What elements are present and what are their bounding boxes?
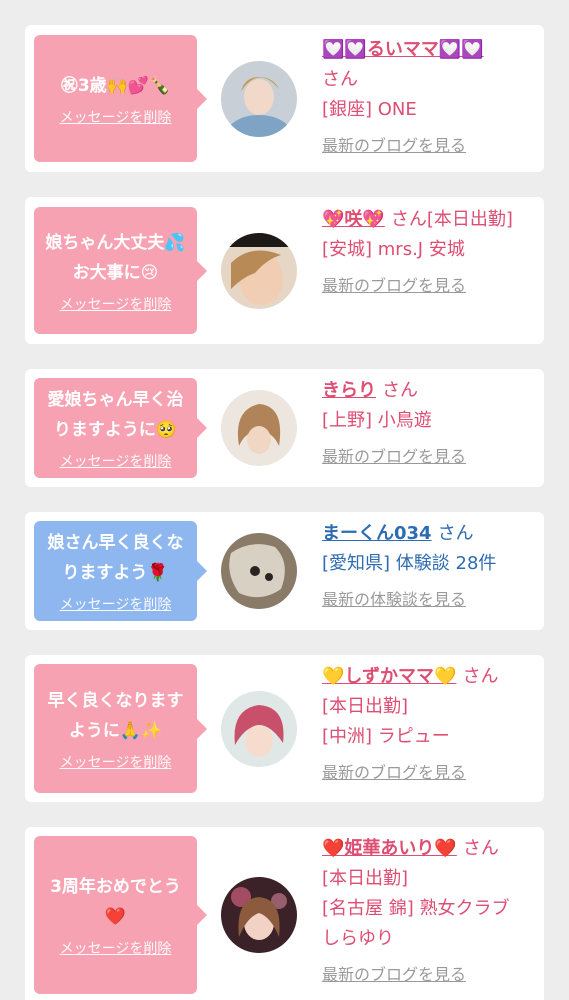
status-line: [本日出勤]	[322, 868, 409, 889]
shop-line-cont: しらゆり	[322, 928, 394, 949]
shop-line: [名古屋 錦] 熟女クラブ	[322, 898, 510, 919]
message-bubble: 早く良くなります ように🙏✨ メッセージを削除	[34, 664, 207, 793]
message-card: ㊗3歳🙌💕🍾 メッセージを削除 💟💟るいママ💟💟 さん [銀座] ONE 最新の…	[25, 25, 544, 172]
latest-review-link[interactable]: 最新の体験談を見る	[322, 585, 532, 615]
honorific: さん	[437, 523, 474, 544]
latest-blog-link[interactable]: 最新のブログを見る	[322, 442, 532, 472]
message-bubble: ㊗3歳🙌💕🍾 メッセージを削除	[34, 35, 207, 162]
message-card: 3周年おめでとう ❤️ メッセージを削除 ❤️姫華あいり❤️ さん [本日出勤] …	[25, 827, 544, 1000]
sender-name-link[interactable]: 💛しずかママ💛	[322, 666, 456, 687]
sender-info: きらり さん [上野] 小鳥遊 最新のブログを見る	[322, 376, 532, 472]
sender-info: 💛しずかママ💛 さん [本日出勤] [中洲] ラピュー 最新のブログを見る	[322, 662, 532, 788]
avatar[interactable]	[221, 233, 297, 309]
message-text: 早く良くなります ように🙏✨	[47, 690, 184, 741]
avatar[interactable]	[221, 390, 297, 466]
honorific: さん	[322, 69, 358, 90]
message-text: ㊗3歳🙌💕🍾	[60, 75, 171, 96]
honorific: さん	[382, 380, 418, 401]
shop-line: [安城] mrs.J 安城	[322, 239, 465, 260]
latest-blog-link[interactable]: 最新のブログを見る	[322, 960, 532, 990]
sender-info: 💖咲💖 さん[本日出勤] [安城] mrs.J 安城 最新のブログを見る	[322, 205, 532, 301]
message-card: 早く良くなります ように🙏✨ メッセージを削除 💛しずかママ💛 さん [本日出勤]…	[25, 655, 544, 802]
message-bubble: 3周年おめでとう ❤️ メッセージを削除	[34, 836, 207, 994]
avatar[interactable]	[221, 877, 297, 953]
message-card: 娘さん早く良くな りますよう🌹 メッセージを削除 まーくん034 さん [愛知県]…	[25, 512, 544, 630]
honorific: さん	[462, 838, 499, 859]
avatar[interactable]	[221, 61, 297, 137]
message-bubble: 娘さん早く良くな りますよう🌹 メッセージを削除	[34, 521, 207, 621]
message-card-list: ㊗3歳🙌💕🍾 メッセージを削除 💟💟るいママ💟💟 さん [銀座] ONE 最新の…	[0, 0, 569, 1000]
message-text: 愛娘ちゃん早く治 りますように🥺	[47, 390, 184, 440]
message-card: 愛娘ちゃん早く治 りますように🥺 メッセージを削除 きらり さん [上野] 小鳥遊…	[25, 369, 544, 487]
delete-message-link[interactable]: メッセージを削除	[60, 451, 172, 471]
delete-message-link[interactable]: メッセージを削除	[60, 107, 172, 127]
avatar[interactable]	[221, 533, 297, 609]
message-text: 娘ちゃん大丈夫💦 お大事に😢	[45, 232, 186, 283]
message-bubble: 娘ちゃん大丈夫💦 お大事に😢 メッセージを削除	[34, 207, 207, 334]
honorific: さん[本日出勤]	[390, 209, 513, 230]
delete-message-link[interactable]: メッセージを削除	[60, 594, 172, 614]
shop-line: [銀座] ONE	[322, 99, 417, 120]
shop-line: [中洲] ラピュー	[322, 726, 450, 747]
shop-line: [愛知県] 体験談 28件	[322, 553, 497, 574]
sender-info: まーくん034 さん [愛知県] 体験談 28件 最新の体験談を見る	[322, 519, 532, 615]
message-text: 娘さん早く良くな りますよう🌹	[47, 533, 184, 583]
status-line: [本日出勤]	[322, 696, 409, 717]
latest-blog-link[interactable]: 最新のブログを見る	[322, 131, 532, 161]
sender-name-link[interactable]: ❤️姫華あいり❤️	[322, 838, 457, 859]
message-text: 3周年おめでとう ❤️	[50, 877, 181, 927]
sender-name-link[interactable]: 💖咲💖	[322, 209, 385, 230]
sender-info: 💟💟るいママ💟💟 さん [銀座] ONE 最新のブログを見る	[322, 35, 532, 161]
delete-message-link[interactable]: メッセージを削除	[60, 294, 172, 314]
message-bubble: 愛娘ちゃん早く治 りますように🥺 メッセージを削除	[34, 378, 207, 478]
sender-name-link[interactable]: まーくん034	[322, 523, 432, 544]
delete-message-link[interactable]: メッセージを削除	[60, 938, 172, 958]
avatar[interactable]	[221, 691, 297, 767]
sender-name-link[interactable]: きらり	[322, 380, 376, 401]
latest-blog-link[interactable]: 最新のブログを見る	[322, 271, 532, 301]
message-card: 娘ちゃん大丈夫💦 お大事に😢 メッセージを削除 💖咲💖 さん[本日出勤] [安城]…	[25, 197, 544, 344]
honorific: さん	[462, 666, 499, 687]
delete-message-link[interactable]: メッセージを削除	[60, 752, 172, 772]
sender-name-link[interactable]: 💟💟るいママ💟💟	[322, 39, 484, 60]
latest-blog-link[interactable]: 最新のブログを見る	[322, 758, 532, 788]
sender-info: ❤️姫華あいり❤️ さん [本日出勤] [名古屋 錦] 熟女クラブ しらゆり 最新…	[322, 834, 532, 990]
shop-line: [上野] 小鳥遊	[322, 410, 432, 431]
